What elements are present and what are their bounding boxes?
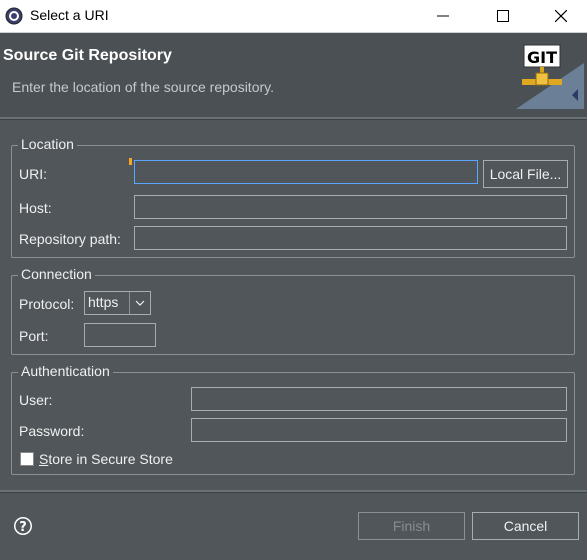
- protocol-label: Protocol:: [19, 296, 75, 312]
- uri-input[interactable]: [134, 160, 478, 184]
- minimize-button[interactable]: [420, 0, 466, 32]
- repository-path-input[interactable]: [134, 226, 567, 250]
- host-label: Host:: [19, 200, 52, 216]
- protocol-select[interactable]: https: [84, 291, 151, 315]
- page-description: Enter the location of the source reposit…: [12, 79, 274, 95]
- port-label: Port:: [19, 328, 49, 344]
- password-label: Password:: [19, 423, 85, 439]
- close-button[interactable]: [538, 0, 584, 32]
- header-separator: [0, 117, 587, 120]
- location-legend: Location: [18, 136, 77, 152]
- cancel-button[interactable]: Cancel: [472, 512, 579, 540]
- eclipse-app-icon: [5, 7, 23, 25]
- uri-label: URI:: [19, 166, 47, 182]
- git-banner-text: GIT: [527, 48, 557, 67]
- maximize-button[interactable]: [480, 0, 526, 32]
- finish-button[interactable]: Finish: [358, 512, 465, 540]
- chevron-down-icon: [129, 292, 150, 314]
- host-input[interactable]: [134, 195, 567, 219]
- footer-separator: [0, 490, 587, 493]
- store-secure-mnemonic: S: [39, 451, 49, 467]
- wizard-header: Source Git Repository Enter the location…: [0, 33, 587, 117]
- password-input[interactable]: [191, 418, 567, 442]
- connection-legend: Connection: [18, 266, 95, 282]
- user-input[interactable]: [191, 387, 567, 411]
- git-banner-icon: GIT: [516, 44, 584, 109]
- window-title: Select a URI: [30, 7, 109, 23]
- minimize-icon: [437, 15, 449, 17]
- user-label: User:: [19, 392, 53, 408]
- store-secure-label[interactable]: Store in Secure Store: [39, 451, 173, 467]
- store-secure-label-text: tore in Secure Store: [48, 451, 173, 467]
- store-secure-checkbox[interactable]: [20, 452, 34, 466]
- port-input[interactable]: [84, 323, 156, 347]
- local-file-button[interactable]: Local File...: [483, 160, 568, 188]
- help-icon[interactable]: ?: [13, 516, 33, 536]
- authentication-legend: Authentication: [18, 363, 113, 379]
- maximize-icon: [497, 10, 509, 22]
- svg-text:?: ?: [19, 520, 27, 535]
- required-field-decoration-icon: [129, 158, 132, 165]
- window-title-bar: Select a URI: [0, 0, 587, 33]
- protocol-selected-value: https: [88, 294, 119, 310]
- repository-path-label: Repository path:: [19, 231, 121, 247]
- close-icon: [555, 10, 567, 22]
- page-title: Source Git Repository: [3, 47, 172, 64]
